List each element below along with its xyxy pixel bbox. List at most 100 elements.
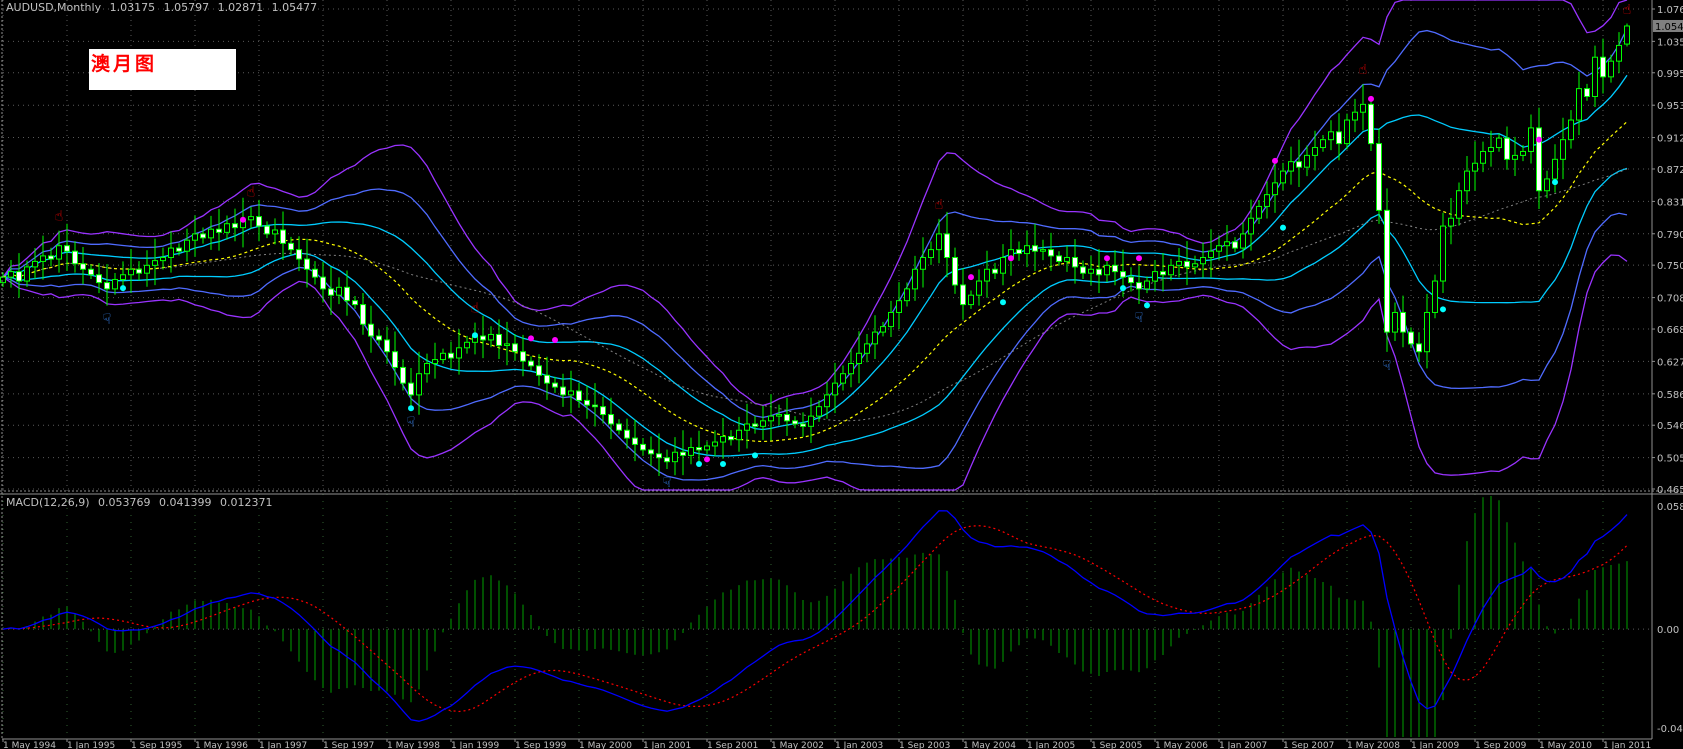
candle-body [1520,150,1526,156]
magenta-signal-dot [1536,136,1542,143]
macd-tick-label: 0.00 [1657,625,1679,636]
ohlc-low: 1.02871 [217,1,264,14]
candle [360,292,366,335]
candle-body [136,268,142,274]
candle [1600,38,1606,94]
candle-body [624,429,630,439]
candle-body [1608,60,1614,78]
candle [944,211,950,278]
candle-body [184,239,190,252]
candle [1544,170,1550,199]
cyan-signal-dot [696,461,702,468]
candle-body [1568,119,1574,141]
candle-body [1344,119,1350,145]
candle-body [200,233,206,239]
macd-header: MACD(12,26,9) 0.053769 0.041399 0.012371 [6,496,278,509]
candle [1624,23,1630,47]
candle [704,441,710,455]
down-fractal-hand-icon: ☟ [663,475,672,491]
candle-body [584,399,590,406]
candle [1128,267,1134,292]
candle-body [1216,245,1222,252]
price-tick-label: 1.0352 [1657,37,1683,48]
candle [1456,182,1462,226]
chart-canvas[interactable]: ☝ ☝ ☝ ☝ ☝ ☝ ☟ ☟ ☟ ☟ ☟ 1.0764 1.0352 0.9952 0.9539 0.91… [0,0,1683,749]
candle-body [1544,178,1550,192]
magenta-signal-dot [1272,157,1278,164]
candle [1424,293,1430,369]
time-tick-label: 1 Jan 2007 [1219,741,1267,749]
cyan-signal-dot [1280,224,1286,231]
candle-body [40,255,46,262]
candle-body [760,420,766,427]
candle-body [1240,233,1246,249]
candle-body [320,276,326,290]
candle-body [1064,256,1070,262]
candle-body [1512,154,1518,160]
candle [1024,230,1030,268]
candle-body [296,249,302,260]
candle [1472,141,1478,191]
candle-body [248,216,254,221]
candle [272,218,278,245]
candle-body [920,256,926,270]
candle [1464,156,1470,205]
candle-body [1272,182,1278,196]
candle [512,333,518,361]
candle [1352,98,1358,133]
ohlc-high: 1.05797 [163,1,210,14]
candle-body [688,447,694,456]
price-tick-label: 0.7502 [1657,261,1683,272]
candle [472,322,478,355]
magenta-signal-dot [968,274,974,281]
candle-body [1400,311,1406,333]
candle-body [1072,256,1078,268]
price-tick-label: 0.6277 [1657,357,1683,368]
candle-body [432,359,438,365]
down-fractal-hand-icon: ☟ [407,414,416,430]
band-lower-1sd [3,167,1628,457]
macd-title: MACD(12,26,9) [6,496,90,509]
candle-body [496,333,502,346]
candle [1496,133,1502,152]
time-tick-label: 1 Sep 1997 [323,741,374,749]
chart-text-label-text: 澳月图 [91,53,158,75]
candle-body [1160,271,1166,276]
macd-tick-label: 0.0587 [1657,502,1683,513]
candle-body [352,300,358,306]
ohlc-close: 1.05477 [271,1,318,14]
candle [1040,239,1046,261]
candle-body [360,304,366,325]
candle-body [224,223,230,233]
candle-body [1624,25,1630,45]
candle-body [560,386,566,396]
candle-body [1480,150,1486,164]
time-tick-label: 1 May 2000 [579,741,632,749]
magenta-signal-dot [1368,95,1374,102]
candle [56,230,62,273]
candle [104,264,110,306]
candle [1144,276,1150,294]
candle-body [1256,205,1262,219]
candle [1032,223,1038,271]
candle [1360,84,1366,131]
candle [1264,181,1270,219]
candle [672,437,678,476]
chart-text-label[interactable]: 澳月图 [89,49,236,90]
candle-body [520,351,526,362]
candle [912,255,918,301]
time-tick-label: 1 May 2006 [1155,741,1208,749]
time-tick-label: 1 Sep 2009 [1475,741,1527,749]
candle [312,261,318,285]
candle-body [1448,217,1454,227]
candle-body [552,382,558,388]
candle [1392,302,1398,341]
price-tick-label: 0.8727 [1657,165,1683,176]
candle-body [912,268,918,290]
candle [392,331,398,386]
candle-body [128,268,134,276]
price-tick-label: 0.7089 [1657,294,1683,305]
candle [256,199,262,242]
candle-body [368,323,374,337]
candle [1616,32,1622,74]
